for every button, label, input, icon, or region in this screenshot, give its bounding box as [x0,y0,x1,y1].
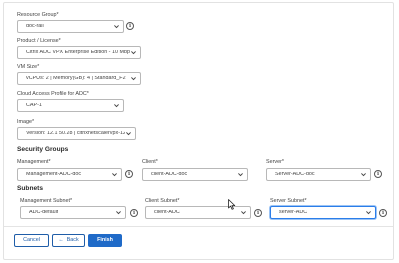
finish-button[interactable]: Finish [88,234,122,247]
server-subnet-label: Server Subnet* [270,198,307,204]
subnets-heading: Subnets [17,185,44,192]
management-subnet-select[interactable]: ADC-default [20,206,126,219]
cancel-button-label: Cancel [23,237,40,243]
chevron-down-icon [126,132,131,136]
image-label: Image* [17,119,35,125]
product-license-label: Product / License* [17,38,61,44]
security-groups-heading: Security Groups [17,146,69,153]
client-subnet-value: client-ADC [154,210,180,215]
chevron-down-icon [241,211,246,215]
info-icon[interactable]: i [126,22,134,30]
back-button[interactable]: ← Back [52,234,85,247]
resource-group-label: Resource Group* [17,12,59,18]
cloud-access-profile-select[interactable]: CAP-1 [17,99,124,112]
vm-size-select[interactable]: vCPUs: 2 | Memory(GB): 4 | Standard_F2 [17,72,141,85]
cloud-access-profile-value: CAP-1 [26,103,42,108]
resource-group-value: doc-rail [26,24,44,29]
image-select[interactable]: Version: 12.1 50.28 | citrixnetscalervpx… [17,127,136,140]
server-sg-label: Server* [266,159,284,165]
chevron-down-icon [361,173,366,177]
chevron-down-icon [114,104,119,108]
vm-size-value: vCPUs: 2 | Memory(GB): 4 | Standard_F2 [26,76,126,81]
cloud-access-profile-label: Cloud Access Profile for ADC* [17,91,89,97]
server-sg-select[interactable]: Server-ADC-doc [266,168,371,181]
chevron-down-icon [131,77,136,81]
back-arrow-icon: ← [58,237,64,243]
chevron-down-icon [131,51,136,55]
management-subnet-value: ADC-default [29,210,59,215]
management-sg-select[interactable]: Management-ADC-doc [17,168,122,181]
resource-group-select[interactable]: doc-rail [17,20,124,33]
chevron-down-icon [238,173,243,177]
back-button-label: Back [66,237,79,243]
cancel-button[interactable]: Cancel [14,234,49,247]
footer-divider [4,226,393,227]
finish-button-label: Finish [97,237,113,243]
info-icon[interactable]: i [379,209,387,217]
image-value: Version: 12.1 50.28 | citrixnetscalervpx… [26,131,125,136]
info-icon[interactable]: i [374,170,382,178]
management-subnet-label: Management Subnet* [20,198,73,204]
vm-size-label: VM Size* [17,64,40,70]
server-subnet-value: server-ADC [279,210,308,215]
client-subnet-label: Client Subnet* [145,198,180,204]
chevron-down-icon [112,173,117,177]
client-sg-select[interactable]: client-ADC-doc [142,168,248,181]
management-sg-value: Management-ADC-doc [26,172,82,177]
mouse-cursor-icon [228,199,236,210]
product-license-select[interactable]: Citrix ADC VPX Enterprise Edition - 10 M… [17,46,141,59]
server-subnet-select[interactable]: server-ADC [270,206,376,219]
client-sg-label: Client* [142,159,158,165]
client-sg-value: client-ADC-doc [151,172,188,177]
info-icon[interactable]: i [130,209,138,217]
info-icon[interactable]: i [254,209,262,217]
chevron-down-icon [114,25,119,29]
chevron-down-icon [366,211,371,215]
product-license-value: Citrix ADC VPX Enterprise Edition - 10 M… [26,50,130,55]
management-sg-label: Management* [17,159,51,165]
info-icon[interactable]: i [125,170,133,178]
server-sg-value: Server-ADC-doc [275,172,315,177]
chevron-down-icon [116,211,121,215]
